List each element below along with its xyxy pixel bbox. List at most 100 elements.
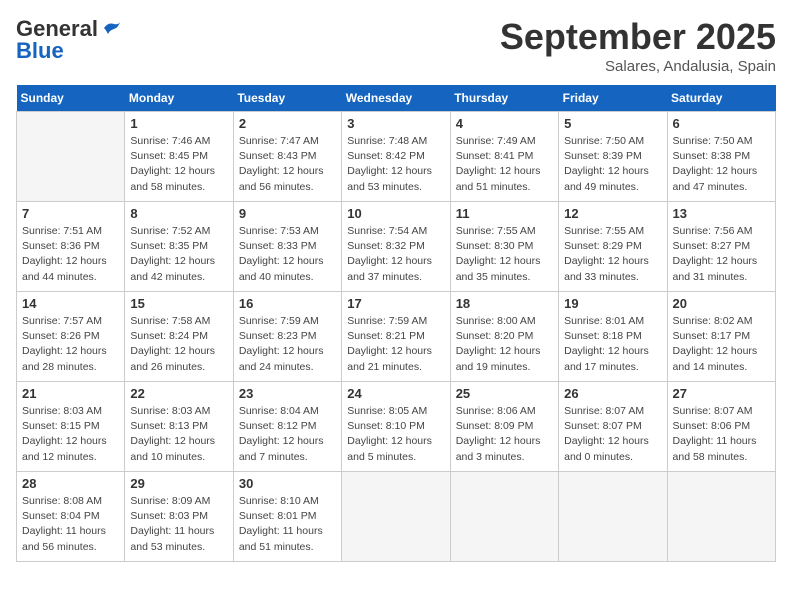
logo-bird-icon — [100, 20, 122, 36]
day-cell: 12Sunrise: 7:55 AM Sunset: 8:29 PM Dayli… — [559, 202, 667, 292]
day-info: Sunrise: 7:50 AM Sunset: 8:39 PM Dayligh… — [564, 134, 661, 195]
day-number: 19 — [564, 296, 661, 311]
day-number: 5 — [564, 116, 661, 131]
day-cell: 30 Sunrise: 8:10 AM Sunset: 8:01 PM Dayli… — [233, 472, 341, 562]
day-cell: 5 Sunrise: 7:50 AM Sunset: 8:39 PM Daylig… — [559, 112, 667, 202]
day-number: 21 — [22, 386, 119, 401]
day-cell: 19 Sunrise: 8:01 AM Sunset: 8:18 PM Dayli… — [559, 292, 667, 382]
day-number: 29 — [130, 476, 227, 491]
day-cell: 20Sunrise: 8:02 AM Sunset: 8:17 PM Dayli… — [667, 292, 775, 382]
day-info: Sunrise: 7:48 AM Sunset: 8:42 PM Dayligh… — [347, 134, 444, 195]
col-header-thursday: Thursday — [450, 85, 558, 112]
page-header: General Blue September 2025 Salares, And… — [16, 16, 776, 75]
day-cell: 4 Sunrise: 7:49 AM Sunset: 8:41 PM Daylig… — [450, 112, 558, 202]
week-row-5: 28 Sunrise: 8:08 AM Sunset: 8:04 PM Dayli… — [17, 472, 776, 562]
title-block: September 2025 Salares, Andalusia, Spain — [500, 16, 776, 75]
col-header-sunday: Sunday — [17, 85, 125, 112]
day-cell — [450, 472, 558, 562]
day-cell: 24 Sunrise: 8:05 AM Sunset: 8:10 PM Dayli… — [342, 382, 450, 472]
day-number: 12 — [564, 206, 661, 221]
day-cell: 15 Sunrise: 7:58 AM Sunset: 8:24 PM Dayli… — [125, 292, 233, 382]
day-cell — [559, 472, 667, 562]
day-info: Sunrise: 8:01 AM Sunset: 8:18 PM Dayligh… — [564, 314, 661, 375]
day-info: Sunrise: 7:59 AM Sunset: 8:23 PM Dayligh… — [239, 314, 336, 375]
day-cell: 17 Sunrise: 7:59 AM Sunset: 8:21 PM Dayli… — [342, 292, 450, 382]
week-row-2: 7 Sunrise: 7:51 AM Sunset: 8:36 PM Daylig… — [17, 202, 776, 292]
day-cell: 26Sunrise: 8:07 AM Sunset: 8:07 PM Dayli… — [559, 382, 667, 472]
day-info: Sunrise: 7:51 AM Sunset: 8:36 PM Dayligh… — [22, 224, 119, 285]
day-number: 13 — [673, 206, 770, 221]
day-number: 23 — [239, 386, 336, 401]
day-info: Sunrise: 7:54 AM Sunset: 8:32 PM Dayligh… — [347, 224, 444, 285]
day-cell: 11 Sunrise: 7:55 AM Sunset: 8:30 PM Dayli… — [450, 202, 558, 292]
day-number: 22 — [130, 386, 227, 401]
day-info: Sunrise: 7:50 AM Sunset: 8:38 PM Dayligh… — [673, 134, 770, 195]
day-info: Sunrise: 7:47 AM Sunset: 8:43 PM Dayligh… — [239, 134, 336, 195]
day-info: Sunrise: 8:08 AM Sunset: 8:04 PM Dayligh… — [22, 494, 119, 555]
day-number: 9 — [239, 206, 336, 221]
day-cell: 3Sunrise: 7:48 AM Sunset: 8:42 PM Daylig… — [342, 112, 450, 202]
day-number: 16 — [239, 296, 336, 311]
day-info: Sunrise: 8:03 AM Sunset: 8:15 PM Dayligh… — [22, 404, 119, 465]
week-row-4: 21 Sunrise: 8:03 AM Sunset: 8:15 PM Dayli… — [17, 382, 776, 472]
calendar-table: SundayMondayTuesdayWednesdayThursdayFrid… — [16, 85, 776, 562]
day-info: Sunrise: 8:09 AM Sunset: 8:03 PM Dayligh… — [130, 494, 227, 555]
day-cell: 1 Sunrise: 7:46 AM Sunset: 8:45 PM Daylig… — [125, 112, 233, 202]
day-info: Sunrise: 7:58 AM Sunset: 8:24 PM Dayligh… — [130, 314, 227, 375]
day-number: 14 — [22, 296, 119, 311]
logo: General Blue — [16, 16, 122, 64]
day-number: 24 — [347, 386, 444, 401]
day-info: Sunrise: 7:59 AM Sunset: 8:21 PM Dayligh… — [347, 314, 444, 375]
day-number: 4 — [456, 116, 553, 131]
col-header-monday: Monday — [125, 85, 233, 112]
day-info: Sunrise: 8:02 AM Sunset: 8:17 PM Dayligh… — [673, 314, 770, 375]
day-cell: 10 Sunrise: 7:54 AM Sunset: 8:32 PM Dayli… — [342, 202, 450, 292]
day-cell: 16 Sunrise: 7:59 AM Sunset: 8:23 PM Dayli… — [233, 292, 341, 382]
day-cell: 22 Sunrise: 8:03 AM Sunset: 8:13 PM Dayli… — [125, 382, 233, 472]
day-cell: 21 Sunrise: 8:03 AM Sunset: 8:15 PM Dayli… — [17, 382, 125, 472]
day-info: Sunrise: 7:46 AM Sunset: 8:45 PM Dayligh… — [130, 134, 227, 195]
day-info: Sunrise: 8:00 AM Sunset: 8:20 PM Dayligh… — [456, 314, 553, 375]
week-row-1: 1 Sunrise: 7:46 AM Sunset: 8:45 PM Daylig… — [17, 112, 776, 202]
day-info: Sunrise: 7:55 AM Sunset: 8:30 PM Dayligh… — [456, 224, 553, 285]
day-info: Sunrise: 7:49 AM Sunset: 8:41 PM Dayligh… — [456, 134, 553, 195]
day-info: Sunrise: 7:56 AM Sunset: 8:27 PM Dayligh… — [673, 224, 770, 285]
day-number: 7 — [22, 206, 119, 221]
col-header-tuesday: Tuesday — [233, 85, 341, 112]
day-number: 30 — [239, 476, 336, 491]
month-title: September 2025 — [500, 16, 776, 58]
day-number: 28 — [22, 476, 119, 491]
day-number: 10 — [347, 206, 444, 221]
day-cell — [667, 472, 775, 562]
day-info: Sunrise: 8:03 AM Sunset: 8:13 PM Dayligh… — [130, 404, 227, 465]
day-cell: 9 Sunrise: 7:53 AM Sunset: 8:33 PM Daylig… — [233, 202, 341, 292]
day-cell — [17, 112, 125, 202]
day-info: Sunrise: 8:10 AM Sunset: 8:01 PM Dayligh… — [239, 494, 336, 555]
day-cell: 13 Sunrise: 7:56 AM Sunset: 8:27 PM Dayli… — [667, 202, 775, 292]
day-cell: 28 Sunrise: 8:08 AM Sunset: 8:04 PM Dayli… — [17, 472, 125, 562]
day-cell: 23 Sunrise: 8:04 AM Sunset: 8:12 PM Dayli… — [233, 382, 341, 472]
day-number: 25 — [456, 386, 553, 401]
day-number: 11 — [456, 206, 553, 221]
location-subtitle: Salares, Andalusia, Spain — [500, 58, 776, 75]
day-number: 6 — [673, 116, 770, 131]
day-number: 15 — [130, 296, 227, 311]
day-number: 17 — [347, 296, 444, 311]
day-number: 1 — [130, 116, 227, 131]
day-cell: 8Sunrise: 7:52 AM Sunset: 8:35 PM Daylig… — [125, 202, 233, 292]
day-number: 18 — [456, 296, 553, 311]
day-cell: 25Sunrise: 8:06 AM Sunset: 8:09 PM Dayli… — [450, 382, 558, 472]
day-cell: 14Sunrise: 7:57 AM Sunset: 8:26 PM Dayli… — [17, 292, 125, 382]
day-cell: 27Sunrise: 8:07 AM Sunset: 8:06 PM Dayli… — [667, 382, 775, 472]
col-header-saturday: Saturday — [667, 85, 775, 112]
day-number: 26 — [564, 386, 661, 401]
day-cell: 6 Sunrise: 7:50 AM Sunset: 8:38 PM Daylig… — [667, 112, 775, 202]
day-number: 8 — [130, 206, 227, 221]
header-row: SundayMondayTuesdayWednesdayThursdayFrid… — [17, 85, 776, 112]
col-header-wednesday: Wednesday — [342, 85, 450, 112]
day-cell: 29 Sunrise: 8:09 AM Sunset: 8:03 PM Dayli… — [125, 472, 233, 562]
day-info: Sunrise: 8:04 AM Sunset: 8:12 PM Dayligh… — [239, 404, 336, 465]
day-cell: 18 Sunrise: 8:00 AM Sunset: 8:20 PM Dayli… — [450, 292, 558, 382]
day-info: Sunrise: 7:53 AM Sunset: 8:33 PM Dayligh… — [239, 224, 336, 285]
day-info: Sunrise: 8:05 AM Sunset: 8:10 PM Dayligh… — [347, 404, 444, 465]
